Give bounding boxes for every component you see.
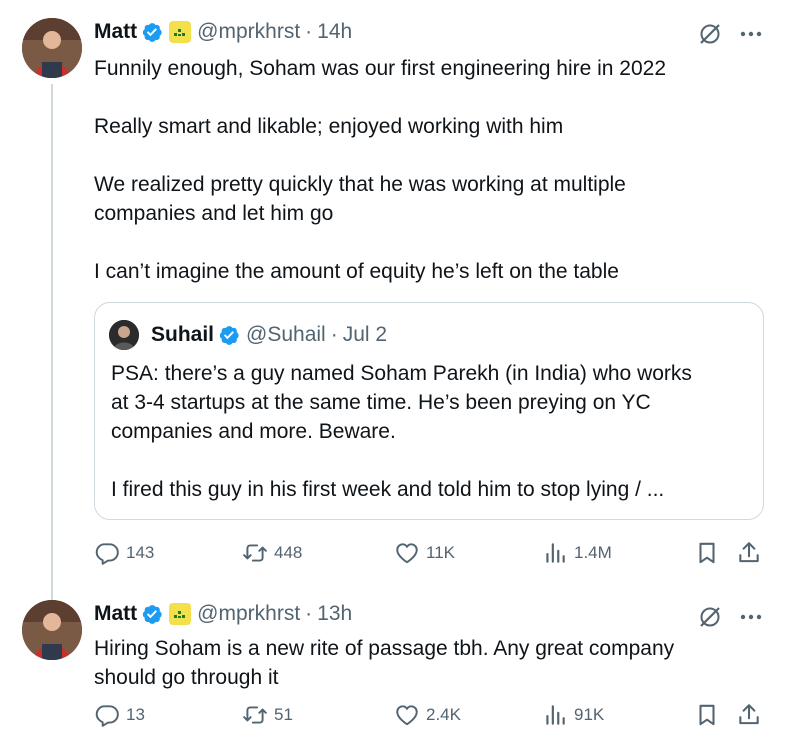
yellow-badge-icon[interactable] <box>169 21 192 43</box>
view-count: 91K <box>574 705 605 724</box>
author-avatar[interactable] <box>22 600 82 660</box>
author-name[interactable]: Matt <box>94 602 137 626</box>
quoted-tweet-text: PSA: there’s a guy named Soham Parekh (i… <box>111 359 751 504</box>
reply-button[interactable]: 13 <box>94 700 145 730</box>
view-count: 1.4M <box>574 543 612 562</box>
tweet-paragraph: Really smart and likable; enjoyed workin… <box>94 115 564 138</box>
bookmark-button[interactable] <box>694 538 720 568</box>
dot-separator: · <box>305 602 313 625</box>
like-count: 11K <box>426 543 455 562</box>
retweet-icon <box>243 706 267 724</box>
bookmark-icon <box>699 542 715 564</box>
analytics-icon <box>546 543 565 563</box>
grok-icon[interactable] <box>697 21 723 47</box>
dot-separator: · <box>305 20 313 43</box>
timestamp[interactable]: 14h <box>317 20 352 44</box>
quoted-author-name[interactable]: Suhail <box>151 323 214 347</box>
tweet[interactable]: Matt @mprkhrst · 14h Funnily enough, Soh… <box>0 0 800 600</box>
grok-icon[interactable] <box>697 604 723 630</box>
share-icon <box>739 542 759 563</box>
views-button[interactable]: 1.4M <box>542 538 612 568</box>
quoted-paragraph: I fired this guy in his first week and t… <box>111 478 665 501</box>
retweet-icon <box>243 544 267 562</box>
tweet-actions-bar: 143 448 11K 1.4M <box>94 538 774 568</box>
retweet-count: 51 <box>274 705 293 724</box>
verified-badge-icon <box>143 605 162 624</box>
analytics-icon <box>546 705 565 725</box>
verified-badge-icon <box>219 326 239 345</box>
tweet-text: Funnily enough, Soham was our first engi… <box>94 54 764 286</box>
tweet-header: Matt @mprkhrst · 14h <box>94 17 352 47</box>
share-icon <box>739 704 759 725</box>
author-name[interactable]: Matt <box>94 20 137 44</box>
heart-icon <box>396 543 418 564</box>
more-options-icon[interactable] <box>738 604 764 630</box>
quoted-tweet-card[interactable]: Suhail @Suhail · Jul 2 PSA: there’s a gu… <box>94 302 764 520</box>
author-handle[interactable]: @mprkhrst <box>197 20 300 44</box>
bookmark-button[interactable] <box>694 700 720 730</box>
reply-icon <box>95 543 119 565</box>
thread-connector-line <box>51 84 53 600</box>
author-avatar[interactable] <box>22 18 82 78</box>
dot-separator: · <box>330 323 338 346</box>
retweet-button[interactable]: 51 <box>242 700 293 730</box>
like-button[interactable]: 11K <box>394 538 455 568</box>
quoted-paragraph: PSA: there’s a guy named Soham Parekh (i… <box>111 362 692 443</box>
tweet-text: Hiring Soham is a new rite of passage tb… <box>94 634 764 692</box>
quoted-timestamp[interactable]: Jul 2 <box>343 323 387 347</box>
quoted-author-handle[interactable]: @Suhail <box>246 323 326 347</box>
like-count: 2.4K <box>426 705 461 724</box>
tweet-header: Matt @mprkhrst · 13h <box>94 599 352 629</box>
tweet-paragraph: I can’t imagine the amount of equity he’… <box>94 260 619 283</box>
retweet-button[interactable]: 448 <box>242 538 302 568</box>
reply-count: 13 <box>126 705 145 724</box>
verified-badge-icon <box>143 23 162 42</box>
share-button[interactable] <box>736 700 762 730</box>
tweet-paragraph: We realized pretty quickly that he was w… <box>94 173 626 225</box>
yellow-badge-icon[interactable] <box>169 603 192 625</box>
author-handle[interactable]: @mprkhrst <box>197 602 300 626</box>
timestamp[interactable]: 13h <box>317 602 352 626</box>
retweet-count: 448 <box>274 543 303 562</box>
reply-button[interactable]: 143 <box>94 538 154 568</box>
share-button[interactable] <box>736 538 762 568</box>
quoted-author-avatar[interactable] <box>109 320 139 350</box>
tweet-paragraph: Hiring Soham is a new rite of passage tb… <box>94 637 675 689</box>
tweet-paragraph: Funnily enough, Soham was our first engi… <box>94 57 667 80</box>
bookmark-icon <box>699 704 715 726</box>
reply-icon <box>95 705 119 727</box>
reply-count: 143 <box>126 543 155 562</box>
quoted-tweet-header: Suhail @Suhail · Jul 2 <box>151 320 387 350</box>
tweet[interactable]: Matt @mprkhrst · 13h Hiring Soham is a n… <box>0 580 800 749</box>
like-button[interactable]: 2.4K <box>394 700 461 730</box>
views-button[interactable]: 91K <box>542 700 604 730</box>
heart-icon <box>396 705 418 726</box>
tweet-actions-bar: 13 51 2.4K 91K <box>94 700 774 730</box>
more-options-icon[interactable] <box>738 21 764 47</box>
